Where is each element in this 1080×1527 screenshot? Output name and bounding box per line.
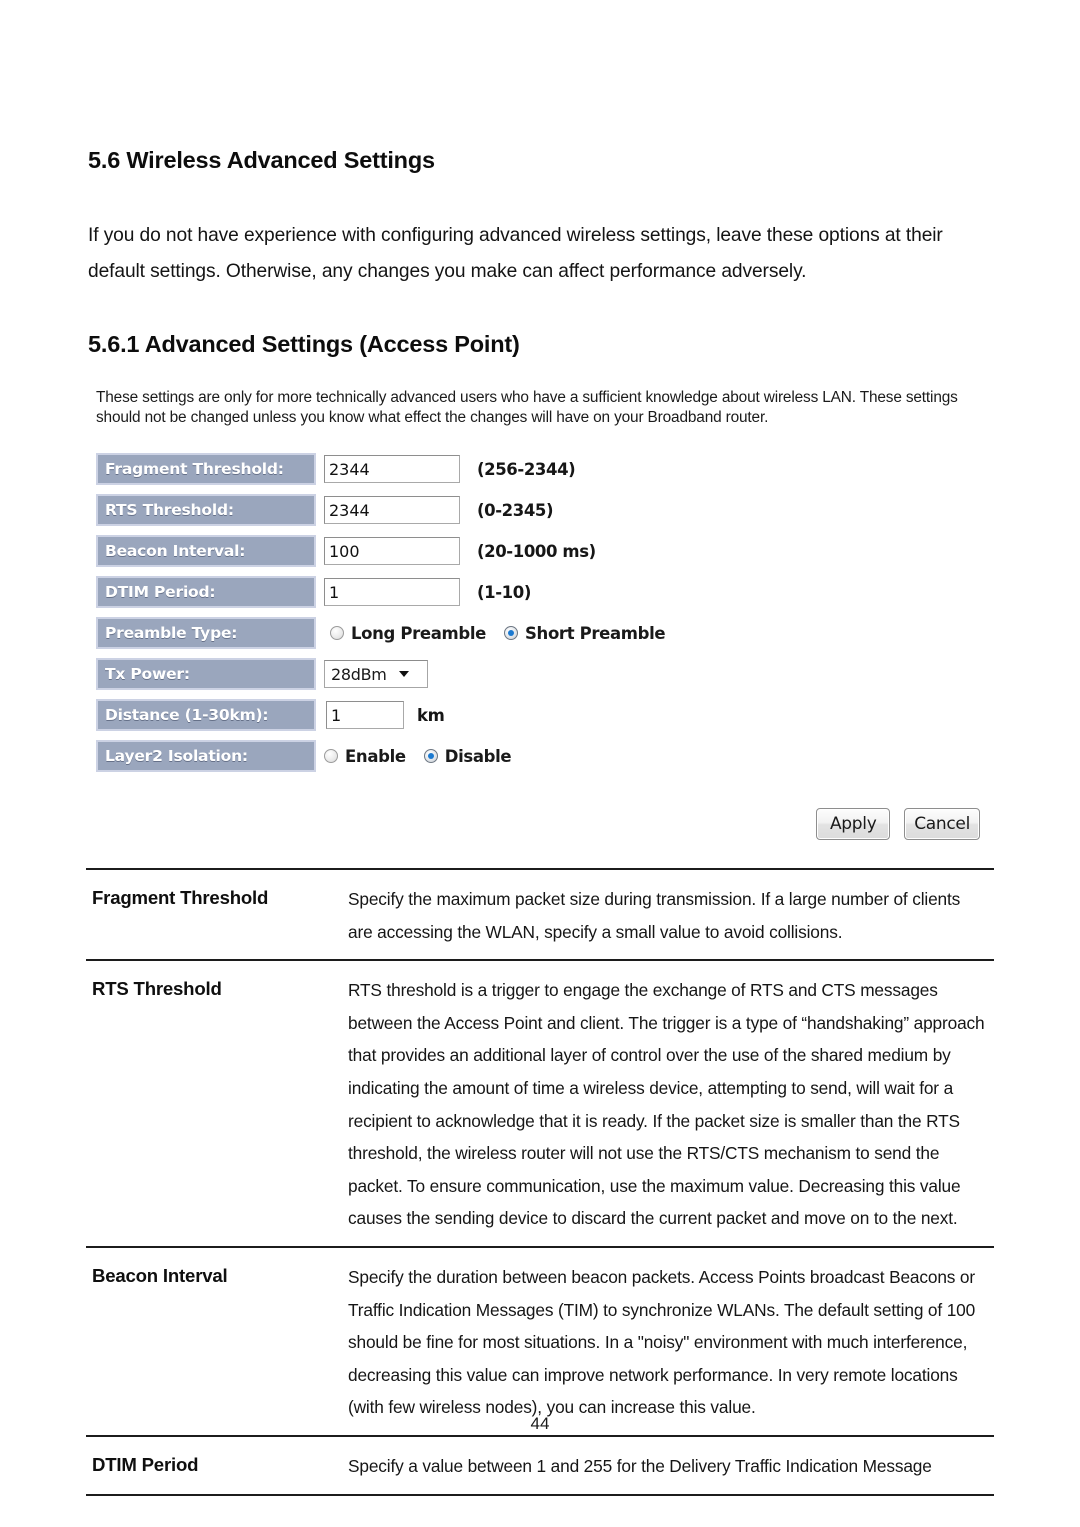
tx-power-label: Tx Power: <box>96 658 316 691</box>
table-row: Beacon Interval Specify the duration bet… <box>86 1247 994 1436</box>
description-rts-threshold: RTS threshold is a trigger to engage the… <box>348 980 985 1229</box>
beacon-interval-label: Beacon Interval: <box>96 535 316 568</box>
chevron-down-icon <box>398 671 409 678</box>
apply-button[interactable]: Apply <box>816 808 891 841</box>
beacon-interval-hint: (20-1000 ms) <box>477 541 596 561</box>
preamble-type-label: Preamble Type: <box>96 617 316 650</box>
dtim-period-label: DTIM Period: <box>96 576 316 609</box>
radio-layer2-enable-label: Enable <box>345 746 406 766</box>
cancel-button[interactable]: Cancel <box>904 808 980 841</box>
term-dtim-period: DTIM Period <box>92 1453 199 1475</box>
dtim-period-input[interactable] <box>324 578 460 607</box>
intro-paragraph: If you do not have experience with confi… <box>88 224 943 282</box>
settings-warning-note: These settings are only for more technic… <box>96 389 958 426</box>
dtim-period-hint: (1-10) <box>477 582 531 602</box>
radio-selected-icon <box>423 749 438 764</box>
field-row-fragment-threshold: Fragment Threshold: (256-2344) <box>96 453 986 486</box>
radio-layer2-disable[interactable]: Disable <box>423 746 512 766</box>
distance-label: Distance (1-30km): <box>96 699 316 732</box>
rts-threshold-input[interactable] <box>324 496 460 525</box>
table-row: Fragment Threshold Specify the maximum p… <box>86 869 994 961</box>
tx-power-selected-value: 28dBm <box>331 664 387 684</box>
advanced-settings-form: Fragment Threshold: (256-2344) RTS Thres… <box>96 453 986 773</box>
layer2-isolation-label: Layer2 Isolation: <box>96 740 316 773</box>
radio-long-preamble[interactable]: Long Preamble <box>330 624 486 643</box>
fragment-threshold-hint: (256-2344) <box>477 459 576 479</box>
term-fragment-threshold: Fragment Threshold <box>92 887 269 908</box>
field-row-dtim-period: DTIM Period: (1-10) <box>96 576 986 609</box>
radio-layer2-enable[interactable]: Enable <box>324 747 406 766</box>
description-beacon-interval: Specify the duration between beacon pack… <box>348 1266 976 1418</box>
description-dtim-period: Specify a value between 1 and 255 for th… <box>348 1455 932 1476</box>
document-page: 5.6 Wireless Advanced Settings If you do… <box>0 0 1080 1527</box>
document-body: 5.6 Wireless Advanced Settings If you do… <box>88 147 992 358</box>
term-rts-threshold: RTS Threshold <box>92 978 222 1000</box>
layer2-isolation-radio-group: Enable Disable <box>324 746 512 766</box>
field-row-rts-threshold: RTS Threshold: (0-2345) <box>96 494 986 527</box>
beacon-interval-input[interactable] <box>324 537 460 566</box>
section-heading: 5.6 Wireless Advanced Settings <box>88 147 435 173</box>
term-beacon-interval: Beacon Interval <box>92 1264 228 1286</box>
description-fragment-threshold: Specify the maximum packet size during t… <box>348 889 961 942</box>
rts-threshold-hint: (0-2345) <box>477 500 554 520</box>
rts-threshold-label: RTS Threshold: <box>96 494 316 527</box>
radio-selected-icon <box>504 626 519 641</box>
radio-short-preamble[interactable]: Short Preamble <box>504 623 666 643</box>
field-row-beacon-interval: Beacon Interval: (20-1000 ms) <box>96 535 986 568</box>
distance-unit-label: km <box>417 705 445 725</box>
fragment-threshold-label: Fragment Threshold: <box>96 453 316 486</box>
settings-description-table: Fragment Threshold Specify the maximum p… <box>86 868 994 1496</box>
tx-power-select[interactable]: 28dBm <box>324 660 428 689</box>
table-row: RTS Threshold RTS threshold is a trigger… <box>86 960 994 1247</box>
radio-short-preamble-label: Short Preamble <box>525 623 666 643</box>
router-settings-screenshot: These settings are only for more technic… <box>96 388 986 841</box>
field-row-layer2-isolation: Layer2 Isolation: Enable Disable <box>96 740 986 773</box>
form-action-buttons: Apply Cancel <box>96 808 986 841</box>
subsection-heading: 5.6.1 Advanced Settings (Access Point) <box>88 330 520 357</box>
field-row-tx-power: Tx Power: 28dBm <box>96 658 986 691</box>
fragment-threshold-input[interactable] <box>324 455 460 484</box>
field-row-preamble-type: Preamble Type: Long Preamble Short Pream… <box>96 617 986 650</box>
page-number: 44 <box>530 1414 550 1433</box>
distance-input[interactable] <box>326 701 404 730</box>
radio-unselected-icon <box>324 749 338 764</box>
preamble-type-radio-group: Long Preamble Short Preamble <box>330 623 666 643</box>
table-row: DTIM Period Specify a value between 1 an… <box>86 1436 994 1495</box>
radio-layer2-disable-label: Disable <box>444 746 512 766</box>
radio-unselected-icon <box>330 626 344 641</box>
radio-long-preamble-label: Long Preamble <box>351 623 487 643</box>
field-row-distance: Distance (1-30km): km <box>96 699 986 732</box>
